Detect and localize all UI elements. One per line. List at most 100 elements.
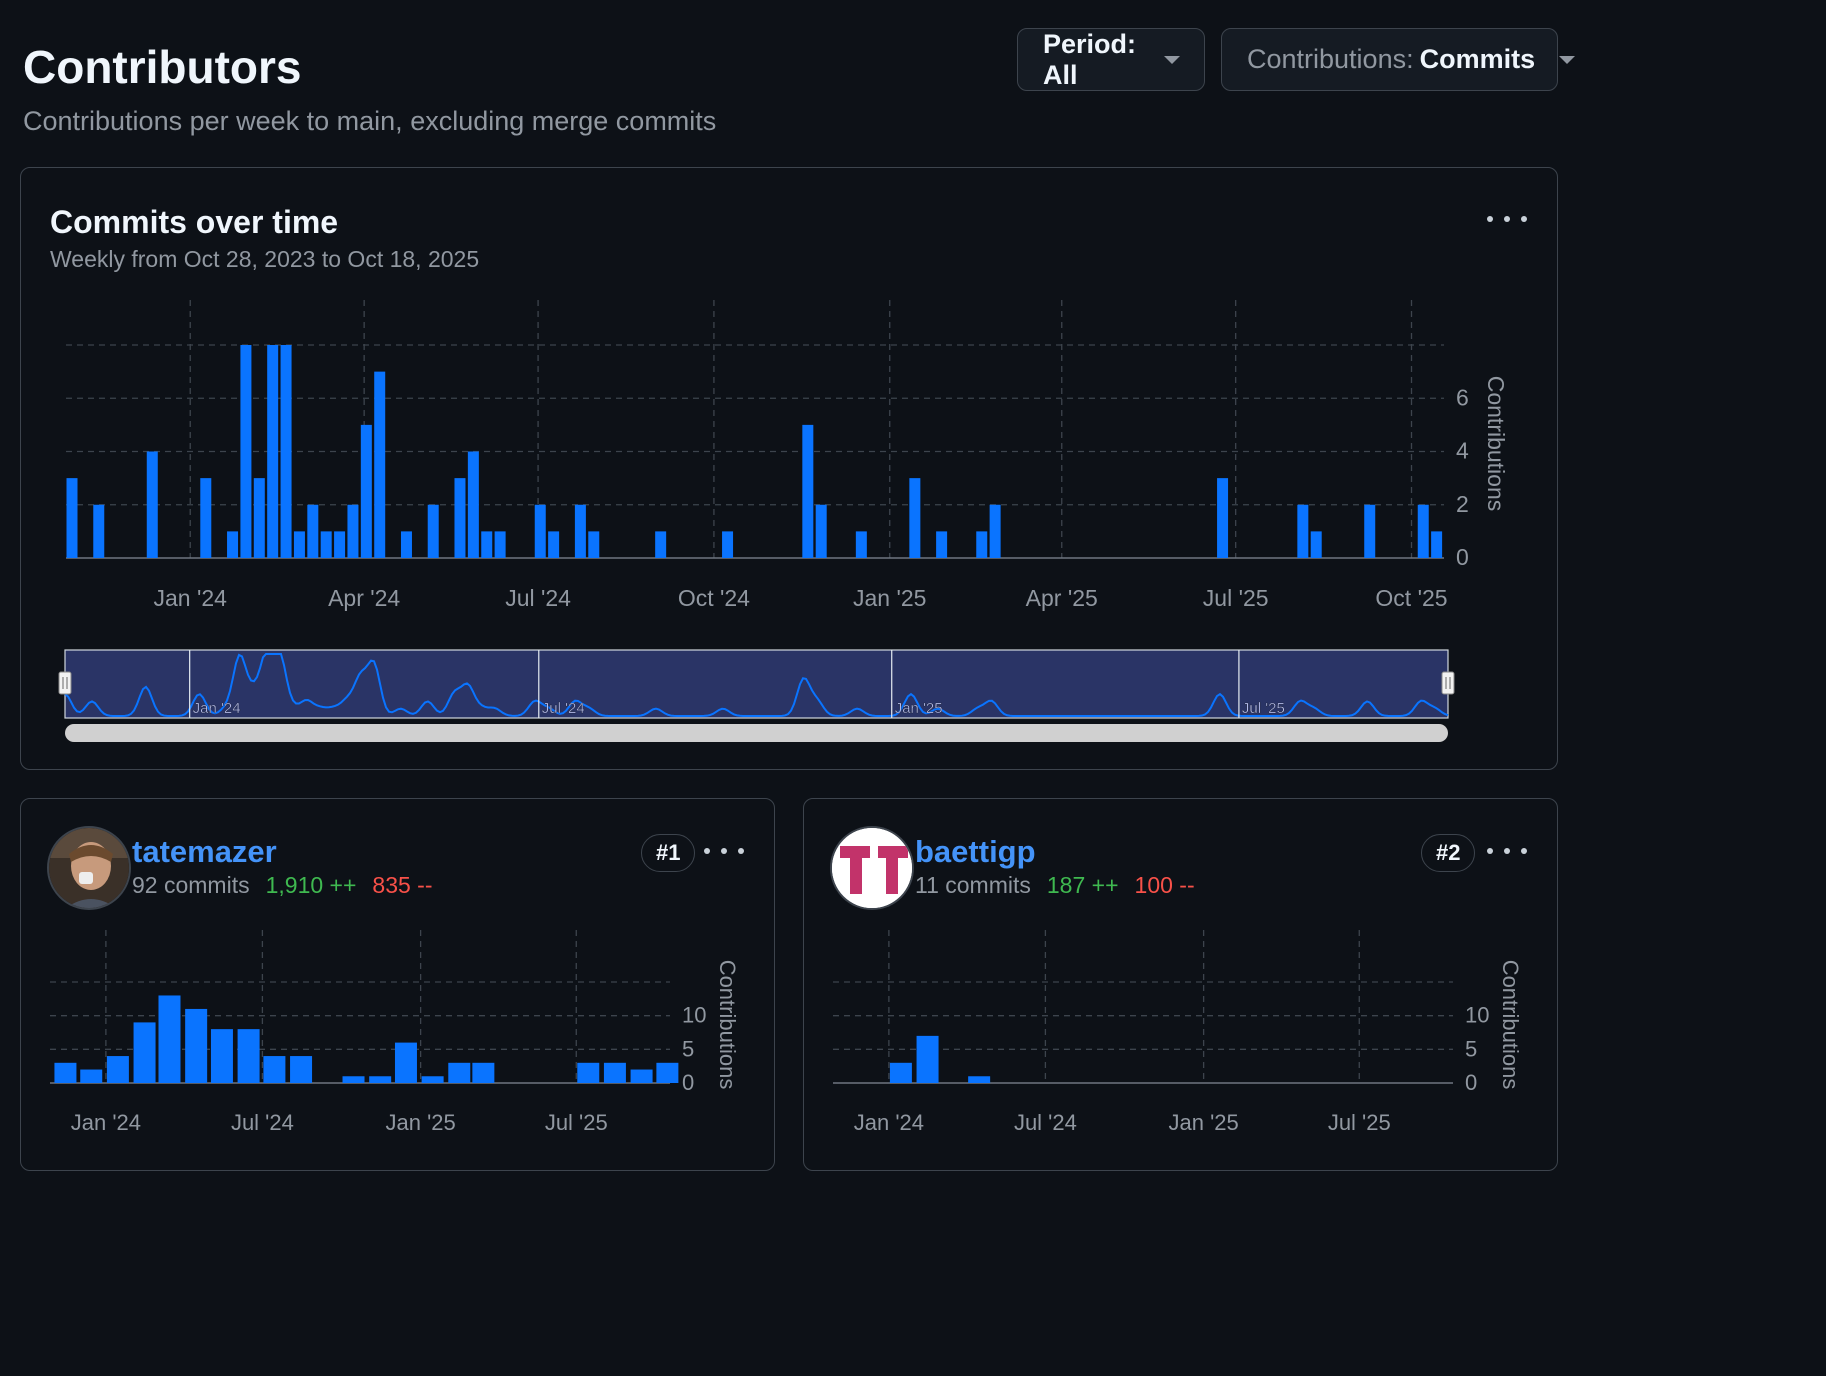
- bar[interactable]: [1417, 504, 1429, 558]
- bar[interactable]: [374, 371, 386, 558]
- additions-count: 187 ++: [1046, 872, 1119, 898]
- kebab-dot: [1521, 848, 1527, 854]
- bar[interactable]: [1310, 531, 1322, 558]
- bar[interactable]: [421, 1076, 444, 1083]
- navigator-selection[interactable]: [64, 649, 1449, 719]
- x-tick-label: Jul '25: [545, 1110, 608, 1135]
- bar[interactable]: [227, 531, 239, 558]
- contributor-stats: 11 commits 187 ++ 100 --: [915, 872, 1195, 899]
- bar[interactable]: [722, 531, 734, 558]
- contributions-dropdown-value: Commits: [1419, 44, 1536, 74]
- contributions-dropdown-label: Contributions:: [1247, 44, 1414, 74]
- bar[interactable]: [158, 995, 181, 1083]
- y-axis-title: Contributions: [1498, 960, 1523, 1090]
- bar[interactable]: [210, 1029, 233, 1083]
- bar[interactable]: [855, 531, 867, 558]
- contributor-menu-button[interactable]: [704, 841, 744, 861]
- bar[interactable]: [200, 478, 212, 558]
- bar[interactable]: [106, 1056, 129, 1083]
- contributions-dropdown[interactable]: Contributions: Commits: [1221, 28, 1576, 91]
- contributor-menu-button[interactable]: [1487, 841, 1527, 861]
- bar[interactable]: [630, 1069, 653, 1083]
- x-tick-label: Apr '24: [328, 585, 400, 611]
- bar[interactable]: [889, 1062, 912, 1083]
- bar[interactable]: [655, 531, 667, 558]
- bar[interactable]: [909, 478, 921, 558]
- commit-count: 11 commits: [915, 872, 1031, 898]
- bar[interactable]: [133, 1022, 156, 1083]
- bar[interactable]: [454, 478, 466, 558]
- bar[interactable]: [976, 531, 988, 558]
- bar[interactable]: [448, 1062, 471, 1083]
- bar[interactable]: [360, 424, 372, 558]
- bar[interactable]: [307, 504, 319, 558]
- x-tick-label: Jul '24: [1014, 1110, 1077, 1135]
- contributor-1-chart: Jan '24 Jul '24 Jan '25 Jul '25 0 5 10 Contribu…: [50, 930, 740, 1135]
- bar[interactable]: [400, 531, 412, 558]
- bar[interactable]: [342, 1076, 365, 1083]
- avatar[interactable]: [47, 826, 131, 910]
- x-tick-label: Apr '25: [1026, 585, 1098, 611]
- bar[interactable]: [968, 1076, 991, 1083]
- bar[interactable]: [534, 504, 546, 558]
- overview-menu-button[interactable]: [1487, 209, 1527, 229]
- bar[interactable]: [1217, 478, 1229, 558]
- bar[interactable]: [1297, 504, 1309, 558]
- bar[interactable]: [656, 1062, 679, 1083]
- bar[interactable]: [577, 1062, 600, 1083]
- navigator-label: Jan '25: [895, 700, 943, 717]
- contributor-username[interactable]: tatemazer: [132, 834, 277, 870]
- period-dropdown[interactable]: Period: All: [1017, 28, 1205, 91]
- bar[interactable]: [293, 531, 305, 558]
- bar[interactable]: [237, 1029, 260, 1083]
- bar[interactable]: [80, 1069, 103, 1083]
- bar[interactable]: [54, 1062, 77, 1083]
- y-tick-label: 6: [1456, 384, 1469, 410]
- x-tick-label: Jan '24: [854, 1110, 924, 1135]
- time-range-navigator[interactable]: Jan '24 Jul '24 Jan '25 Jul '25: [55, 640, 1460, 750]
- bar[interactable]: [936, 531, 948, 558]
- navigator-handle[interactable]: [1441, 671, 1455, 695]
- bar[interactable]: [369, 1076, 392, 1083]
- bar[interactable]: [1364, 504, 1376, 558]
- bar[interactable]: [320, 531, 332, 558]
- bar[interactable]: [467, 451, 479, 559]
- bar[interactable]: [185, 1008, 208, 1083]
- bar[interactable]: [916, 1035, 939, 1083]
- bar[interactable]: [548, 531, 560, 558]
- identicon-avatar-icon: [832, 828, 912, 908]
- bar[interactable]: [494, 531, 506, 558]
- bar[interactable]: [1431, 531, 1443, 558]
- bar[interactable]: [394, 1042, 417, 1083]
- x-tick-label: Jan '24: [71, 1110, 141, 1135]
- kebab-dot: [704, 848, 710, 854]
- bar[interactable]: [253, 478, 265, 558]
- y-tick-label: 10: [1465, 1003, 1489, 1028]
- bar[interactable]: [240, 345, 252, 558]
- bar[interactable]: [472, 1062, 495, 1083]
- overview-title: Commits over time: [50, 204, 339, 240]
- bar[interactable]: [427, 504, 439, 558]
- bar[interactable]: [93, 504, 105, 558]
- bar[interactable]: [574, 504, 586, 558]
- bar[interactable]: [280, 345, 292, 558]
- bar[interactable]: [802, 424, 814, 558]
- y-tick-label: 5: [1465, 1036, 1477, 1061]
- bar[interactable]: [267, 345, 279, 558]
- bar[interactable]: [603, 1062, 626, 1083]
- bar[interactable]: [989, 504, 1001, 558]
- contributor-username[interactable]: baettigp: [915, 834, 1036, 870]
- bar[interactable]: [146, 451, 158, 559]
- bar[interactable]: [588, 531, 600, 558]
- bar[interactable]: [66, 478, 78, 558]
- bar[interactable]: [334, 531, 346, 558]
- bar[interactable]: [815, 504, 827, 558]
- navigator-handle[interactable]: [58, 671, 72, 695]
- bar[interactable]: [290, 1056, 313, 1083]
- bar[interactable]: [481, 531, 493, 558]
- avatar[interactable]: [830, 826, 914, 910]
- navigator-scrollbar[interactable]: [65, 724, 1448, 742]
- commit-count: 92 commits: [132, 872, 250, 898]
- bar[interactable]: [347, 504, 359, 558]
- bar[interactable]: [263, 1056, 286, 1083]
